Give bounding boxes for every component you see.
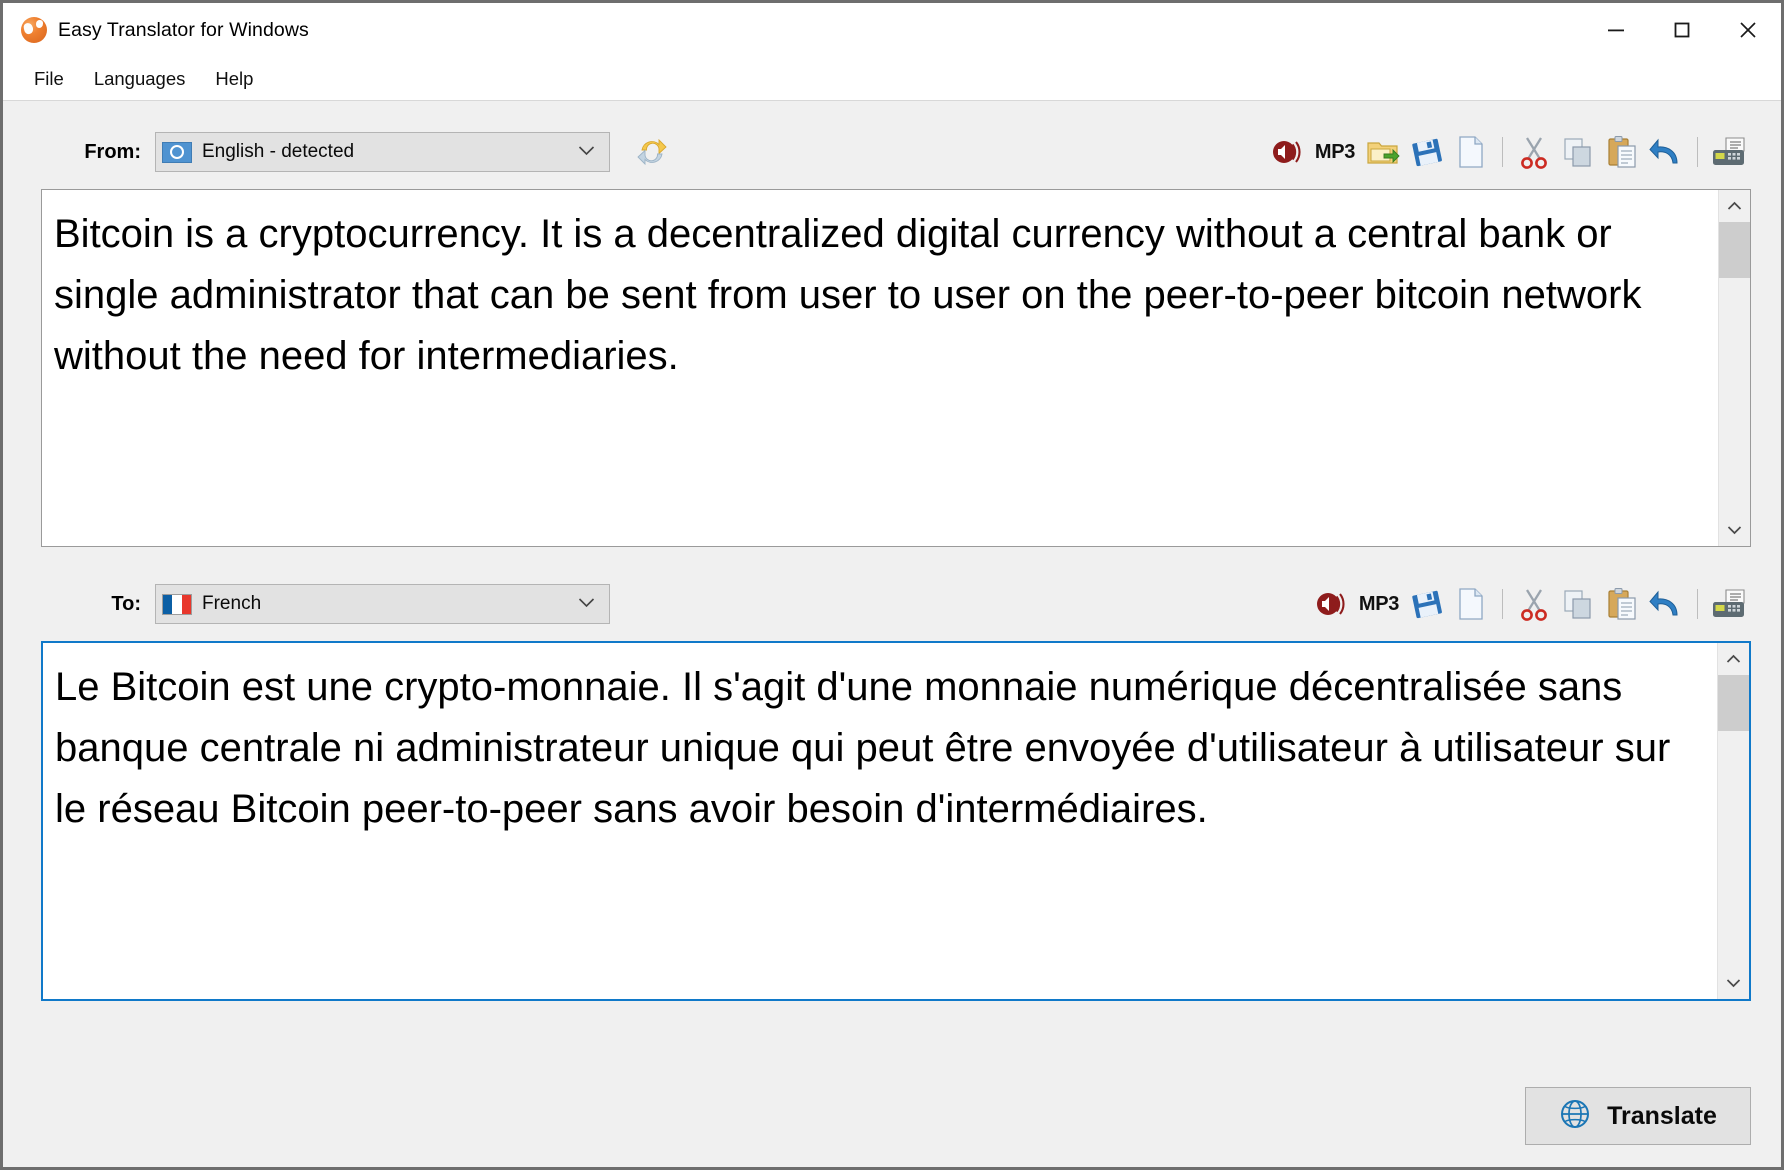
source-toolbar: MP3 <box>1265 131 1751 173</box>
undo-icon[interactable] <box>1644 583 1688 625</box>
scroll-down-icon[interactable] <box>1718 967 1750 999</box>
fr-flag-icon <box>162 593 192 615</box>
source-language-row: From: English - detected MP3 <box>3 123 1781 181</box>
toolbar-separator <box>1697 137 1698 167</box>
globe-wire-icon <box>1559 1098 1591 1135</box>
application-window: Easy Translator for Windows File Languag… <box>0 0 1784 1170</box>
chevron-down-icon <box>578 595 595 613</box>
menu-item-help[interactable]: Help <box>200 63 268 95</box>
cut-icon[interactable] <box>1512 131 1556 173</box>
target-language-select[interactable]: French <box>155 584 610 624</box>
mp3-label[interactable]: MP3 <box>1353 583 1405 625</box>
print-fax-icon[interactable] <box>1707 131 1751 173</box>
source-label: From: <box>84 140 141 163</box>
undo-icon[interactable] <box>1644 131 1688 173</box>
chevron-down-icon <box>578 143 595 161</box>
save-icon[interactable] <box>1405 131 1449 173</box>
toolbar-separator <box>1502 137 1503 167</box>
source-language-select[interactable]: English - detected <box>155 132 610 172</box>
source-textarea[interactable]: Bitcoin is a cryptocurrency. It is a dec… <box>41 189 1751 547</box>
main-content: From: English - detected MP3 Bitcoin is … <box>3 101 1781 1167</box>
refresh-swap-icon <box>637 138 667 166</box>
scroll-up-icon[interactable] <box>1719 190 1751 222</box>
new-document-icon[interactable] <box>1449 583 1493 625</box>
translate-button-wrap: Translate <box>1525 1087 1751 1145</box>
speak-icon[interactable] <box>1265 131 1309 173</box>
title-bar-left: Easy Translator for Windows <box>3 17 309 43</box>
scroll-thumb[interactable] <box>1717 675 1749 731</box>
swap-languages-button[interactable] <box>632 132 672 172</box>
toolbar-separator <box>1697 589 1698 619</box>
toolbar-separator <box>1502 589 1503 619</box>
title-bar: Easy Translator for Windows <box>3 3 1781 57</box>
source-scrollbar[interactable] <box>1718 190 1750 546</box>
target-toolbar: MP3 <box>1309 583 1751 625</box>
maximize-button[interactable] <box>1649 3 1715 57</box>
scroll-down-icon[interactable] <box>1719 514 1751 546</box>
minimize-button[interactable] <box>1583 3 1649 57</box>
target-text[interactable]: Le Bitcoin est une crypto-monnaie. Il s'… <box>43 643 1717 999</box>
open-folder-icon[interactable] <box>1361 131 1405 173</box>
source-language-value: English - detected <box>202 141 355 162</box>
menu-bar: File Languages Help <box>3 57 1781 101</box>
print-fax-icon[interactable] <box>1707 583 1751 625</box>
copy-icon[interactable] <box>1556 583 1600 625</box>
menu-item-file[interactable]: File <box>19 63 79 95</box>
window-title: Easy Translator for Windows <box>58 18 309 41</box>
source-text[interactable]: Bitcoin is a cryptocurrency. It is a dec… <box>42 190 1718 546</box>
target-language-value: French <box>202 593 262 614</box>
cut-icon[interactable] <box>1512 583 1556 625</box>
target-language-row: To: French MP3 <box>3 575 1781 633</box>
target-label: To: <box>111 592 141 615</box>
paste-icon[interactable] <box>1600 583 1644 625</box>
scroll-thumb[interactable] <box>1718 222 1750 278</box>
copy-icon[interactable] <box>1556 131 1600 173</box>
close-button[interactable] <box>1715 3 1781 57</box>
globe-orange-icon <box>21 17 47 43</box>
paste-icon[interactable] <box>1600 131 1644 173</box>
mp3-label[interactable]: MP3 <box>1309 131 1361 173</box>
target-scrollbar[interactable] <box>1717 643 1749 999</box>
menu-item-languages[interactable]: Languages <box>79 63 201 95</box>
speak-icon[interactable] <box>1309 583 1353 625</box>
translate-label: Translate <box>1607 1101 1717 1130</box>
un-flag-icon <box>162 141 192 163</box>
save-icon[interactable] <box>1405 583 1449 625</box>
window-controls <box>1583 3 1781 57</box>
scroll-up-icon[interactable] <box>1718 643 1750 675</box>
scroll-track[interactable] <box>1718 222 1750 514</box>
target-textarea[interactable]: Le Bitcoin est une crypto-monnaie. Il s'… <box>41 641 1751 1001</box>
new-document-icon[interactable] <box>1449 131 1493 173</box>
translate-button[interactable]: Translate <box>1525 1087 1751 1145</box>
scroll-track[interactable] <box>1717 675 1749 967</box>
